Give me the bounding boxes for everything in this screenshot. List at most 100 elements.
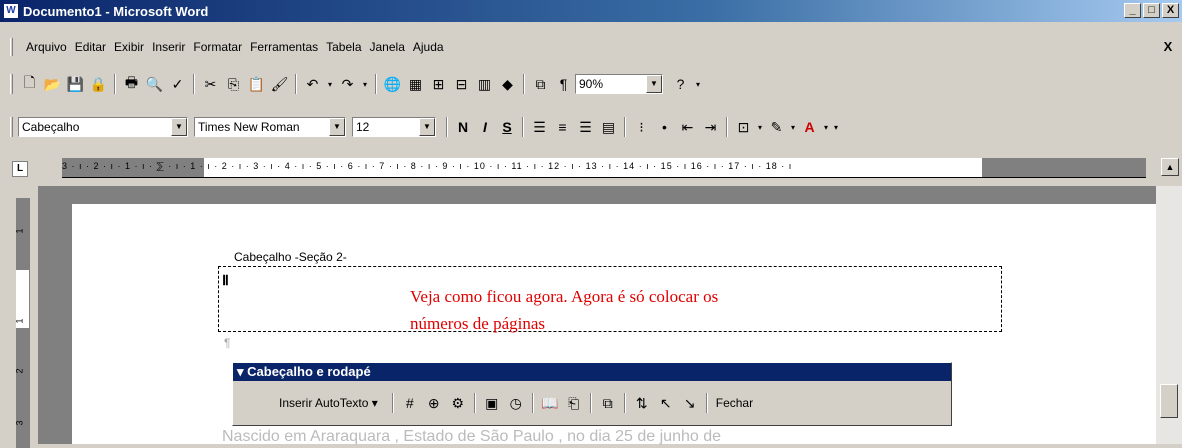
- borders-dropdown-icon[interactable]: ▾: [755, 116, 765, 138]
- new-document-icon[interactable]: 🗋: [18, 73, 41, 95]
- highlight-icon[interactable]: ✎: [765, 116, 788, 138]
- permission-icon[interactable]: 🔒: [87, 73, 110, 95]
- vertical-scrollbar[interactable]: [1156, 186, 1182, 444]
- toolbar-grip[interactable]: [10, 74, 13, 94]
- save-icon[interactable]: 💾: [64, 73, 87, 95]
- menu-tabela[interactable]: Tabela: [322, 40, 365, 54]
- page-setup-icon[interactable]: 📖: [538, 391, 562, 415]
- bullets-icon[interactable]: •: [653, 116, 676, 138]
- insert-date-icon[interactable]: ▣: [480, 391, 504, 415]
- drawing-icon[interactable]: ◆: [496, 73, 519, 95]
- body-text: Nascido em Araraquara , Estado de São Pa…: [222, 428, 722, 445]
- redo-dropdown-icon[interactable]: ▾: [359, 73, 371, 95]
- chevron-down-icon[interactable]: ▼: [171, 118, 187, 136]
- vertical-ruler[interactable]: 1 1 2 3: [14, 198, 30, 448]
- close-header-footer-button[interactable]: Fechar: [712, 396, 757, 410]
- increase-indent-icon[interactable]: ⇥: [699, 116, 722, 138]
- format-page-number-icon[interactable]: ⚙: [446, 391, 470, 415]
- redo-icon[interactable]: ↷: [336, 73, 359, 95]
- insert-time-icon[interactable]: ◷: [504, 391, 528, 415]
- hyperlink-icon[interactable]: 🌐: [381, 73, 404, 95]
- close-button[interactable]: X: [1162, 3, 1179, 18]
- print-preview-icon[interactable]: 🔍: [143, 73, 166, 95]
- tables-borders-icon[interactable]: ▦: [404, 73, 427, 95]
- underline-button[interactable]: S: [496, 116, 518, 138]
- insert-autotext-button[interactable]: Inserir AutoTexto ▾: [239, 396, 388, 410]
- numbering-icon[interactable]: ⁝: [630, 116, 653, 138]
- spelling-icon[interactable]: ✓: [166, 73, 189, 95]
- document-close-button[interactable]: X: [1160, 40, 1176, 54]
- ruler-row: L 3 · ı · 2 · ı · 1 · ı · ⅀ · ı · 1 · ı …: [0, 152, 1182, 186]
- menu-ajuda[interactable]: Ajuda: [409, 40, 448, 54]
- menu-grip[interactable]: [10, 38, 13, 56]
- scrollbar-thumb[interactable]: [1160, 384, 1178, 418]
- maximize-button[interactable]: □: [1143, 3, 1160, 18]
- header-text-line2: números de páginas: [410, 314, 546, 333]
- decrease-indent-icon[interactable]: ⇤: [676, 116, 699, 138]
- italic-button[interactable]: I: [474, 116, 496, 138]
- title-bar: W Documento1 - Microsoft Word _ □ X: [0, 0, 1182, 22]
- paste-icon[interactable]: 📋: [245, 73, 268, 95]
- copy-icon[interactable]: ⎘: [222, 73, 245, 95]
- font-value: Times New Roman: [198, 120, 300, 134]
- cut-icon[interactable]: ✂: [199, 73, 222, 95]
- align-left-icon[interactable]: ☰: [528, 116, 551, 138]
- columns-icon[interactable]: ▥: [473, 73, 496, 95]
- font-combo[interactable]: Times New Roman ▼: [194, 117, 346, 137]
- chevron-down-icon[interactable]: ▼: [419, 118, 435, 136]
- menu-inserir[interactable]: Inserir: [148, 40, 189, 54]
- chevron-down-icon[interactable]: ▼: [329, 118, 345, 136]
- toolbar-options-icon[interactable]: ▾: [692, 73, 704, 95]
- open-icon[interactable]: 📂: [41, 73, 64, 95]
- scroll-up-icon[interactable]: ▲: [1161, 158, 1179, 176]
- menu-arquivo[interactable]: Arquivo: [22, 40, 71, 54]
- zoom-combo[interactable]: 90% ▼: [575, 74, 663, 94]
- style-combo[interactable]: Cabeçalho ▼: [18, 117, 188, 137]
- font-size-combo[interactable]: 12 ▼: [352, 117, 436, 137]
- show-previous-icon[interactable]: ↖: [654, 391, 678, 415]
- menu-formatar[interactable]: Formatar: [189, 40, 246, 54]
- toolbar-separator: [391, 393, 394, 413]
- vruler-number: 3: [14, 420, 25, 426]
- undo-icon[interactable]: ↶: [301, 73, 324, 95]
- undo-dropdown-icon[interactable]: ▾: [324, 73, 336, 95]
- help-icon[interactable]: ?: [669, 73, 692, 95]
- show-next-icon[interactable]: ↘: [678, 391, 702, 415]
- formatting-toolbar: Cabeçalho ▼ Times New Roman ▼ 12 ▼ N I S…: [0, 113, 1182, 141]
- insert-table-icon[interactable]: ⊞: [427, 73, 450, 95]
- show-hide-document-text-icon[interactable]: ⎗: [562, 391, 586, 415]
- switch-header-footer-icon[interactable]: ⇅: [630, 391, 654, 415]
- chevron-down-icon[interactable]: ▼: [646, 75, 662, 93]
- show-hide-icon[interactable]: ¶: [552, 73, 575, 95]
- insert-page-number-icon[interactable]: #: [398, 391, 422, 415]
- borders-icon[interactable]: ⊡: [732, 116, 755, 138]
- horizontal-ruler[interactable]: 3 · ı · 2 · ı · 1 · ı · ⅀ · ı · 1 · ı · …: [62, 158, 1146, 178]
- menu-janela[interactable]: Janela: [366, 40, 409, 54]
- print-icon[interactable]: 🖶: [120, 73, 143, 95]
- justify-icon[interactable]: ▤: [597, 116, 620, 138]
- insert-page-count-icon[interactable]: ⊕: [422, 391, 446, 415]
- align-center-icon[interactable]: ≡: [551, 116, 574, 138]
- document-map-icon[interactable]: ⧉: [529, 73, 552, 95]
- menu-ferramentas[interactable]: Ferramentas: [246, 40, 322, 54]
- vruler-top-margin: [16, 198, 30, 270]
- header-text[interactable]: Veja como ficou agora. Agora é só coloca…: [410, 283, 718, 337]
- align-right-icon[interactable]: ☰: [574, 116, 597, 138]
- bold-button[interactable]: N: [452, 116, 474, 138]
- highlight-dropdown-icon[interactable]: ▾: [788, 116, 798, 138]
- format-painter-icon[interactable]: 🖌: [268, 73, 291, 95]
- text-cursor-icon: Ⅱ: [222, 272, 229, 288]
- insert-excel-icon[interactable]: ⊟: [450, 73, 473, 95]
- toolbar-options-icon[interactable]: ▾: [831, 116, 841, 138]
- header-footer-toolbar-title[interactable]: ▾ Cabeçalho e rodapé: [233, 363, 951, 381]
- link-to-previous-icon[interactable]: ⧉: [596, 391, 620, 415]
- menu-editar[interactable]: Editar: [71, 40, 110, 54]
- minimize-button[interactable]: _: [1124, 3, 1141, 18]
- tab-selector[interactable]: L: [12, 161, 28, 177]
- vruler-number: 1: [14, 228, 25, 234]
- font-color-dropdown-icon[interactable]: ▾: [821, 116, 831, 138]
- toolbar-separator: [473, 393, 476, 413]
- toolbar-grip[interactable]: [10, 117, 13, 137]
- menu-exibir[interactable]: Exibir: [110, 40, 148, 54]
- font-color-icon[interactable]: A: [798, 116, 821, 138]
